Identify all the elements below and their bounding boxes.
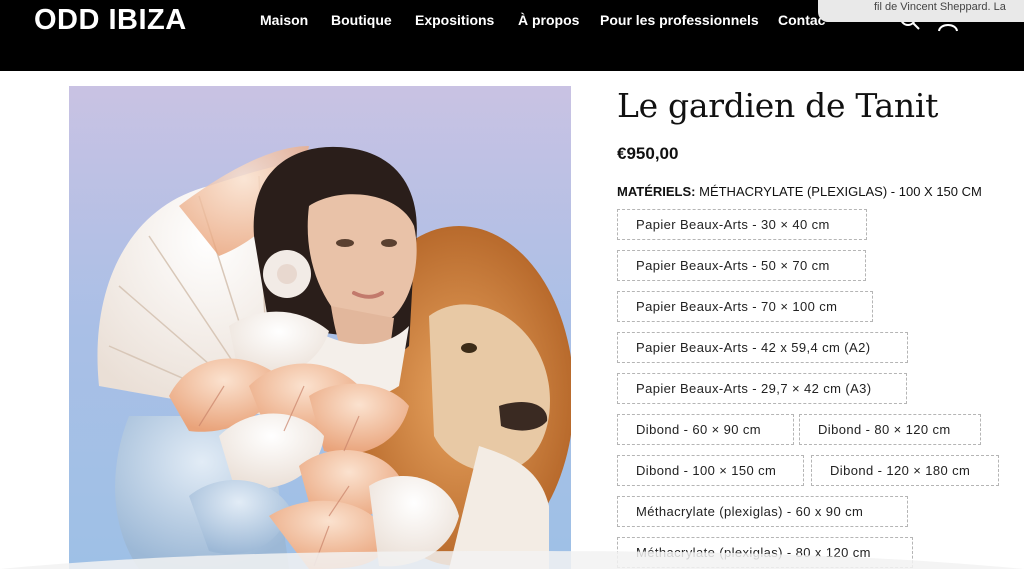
product-title: Le gardien de Tanit <box>617 86 939 125</box>
option-methacrylate-60x90[interactable]: Méthacrylate (plexiglas) - 60 x 90 cm <box>617 496 908 527</box>
option-papier-30x40[interactable]: Papier Beaux-Arts - 30 × 40 cm <box>617 209 867 240</box>
option-dibond-120x180[interactable]: Dibond - 120 × 180 cm <box>811 455 999 486</box>
artwork-illustration <box>69 86 571 569</box>
site-logo[interactable]: ODD IBIZA <box>34 4 187 37</box>
option-papier-50x70[interactable]: Papier Beaux-Arts - 50 × 70 cm <box>617 250 866 281</box>
nav-item-a-propos[interactable]: À propos <box>518 12 579 28</box>
product-image[interactable] <box>69 86 571 569</box>
nav-item-maison[interactable]: Maison <box>260 12 308 28</box>
option-papier-70x100[interactable]: Papier Beaux-Arts - 70 × 100 cm <box>617 291 873 322</box>
option-dibond-100x150[interactable]: Dibond - 100 × 150 cm <box>617 455 804 486</box>
option-dibond-80x120[interactable]: Dibond - 80 × 120 cm <box>799 414 981 445</box>
nav-item-expositions[interactable]: Expositions <box>415 12 494 28</box>
materials-line: MATÉRIELS: MÉTHACRYLATE (PLEXIGLAS) - 10… <box>617 184 982 199</box>
nav-item-pour-les-professionnels[interactable]: Pour les professionnels <box>600 12 759 28</box>
nav-item-boutique[interactable]: Boutique <box>331 12 392 28</box>
notification-toast: fil de Vincent Sheppard. La <box>818 0 1024 22</box>
option-dibond-60x90[interactable]: Dibond - 60 × 90 cm <box>617 414 794 445</box>
bottom-overlay <box>0 551 1024 569</box>
product-price: €950,00 <box>617 144 679 163</box>
option-papier-a3[interactable]: Papier Beaux-Arts - 29,7 × 42 cm (A3) <box>617 373 907 404</box>
option-papier-a2[interactable]: Papier Beaux-Arts - 42 x 59,4 cm (A2) <box>617 332 908 363</box>
materials-value: MÉTHACRYLATE (PLEXIGLAS) - 100 X 150 CM <box>699 184 982 199</box>
materials-label: MATÉRIELS: <box>617 184 696 199</box>
site-header: ODD IBIZA Maison Boutique Expositions À … <box>0 0 1024 71</box>
